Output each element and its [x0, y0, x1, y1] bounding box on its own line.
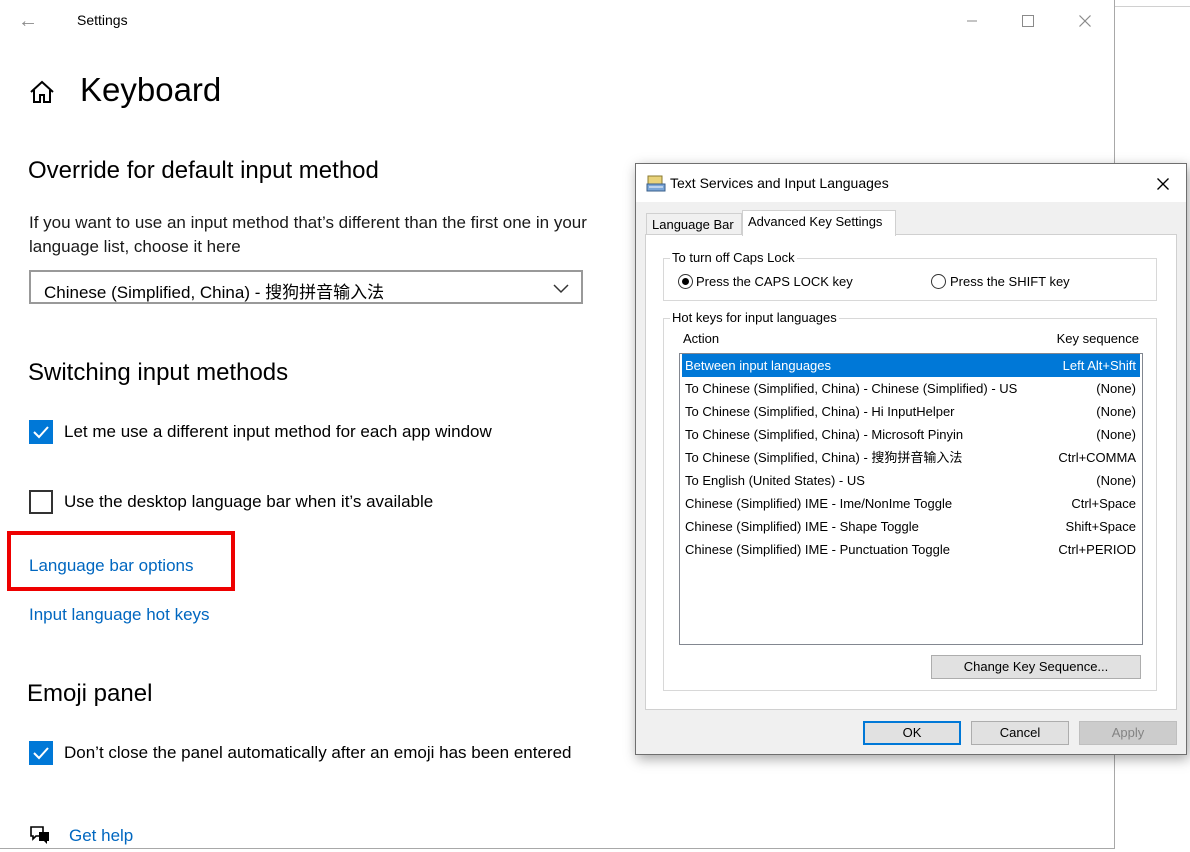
row-action: To English (United States) - US — [685, 473, 865, 488]
override-description: If you want to use an input method that’… — [29, 213, 587, 256]
column-header-action: Action — [683, 331, 720, 346]
language-bar-options-link[interactable]: Language bar options — [29, 556, 193, 576]
apply-button[interactable]: Apply — [1079, 721, 1177, 745]
caps-lock-radio[interactable] — [678, 274, 693, 289]
row-key: Shift+Space — [1065, 519, 1136, 534]
row-key: Ctrl+Space — [1071, 496, 1136, 511]
change-key-sequence-button[interactable]: Change Key Sequence... — [931, 655, 1141, 679]
checkmark-icon — [33, 747, 49, 760]
row-action: Chinese (Simplified) IME - Punctuation T… — [685, 542, 950, 557]
row-key: Left Alt+Shift — [1062, 358, 1136, 373]
table-row[interactable]: Between input languages Left Alt+Shift — [682, 354, 1140, 377]
table-row[interactable]: To Chinese (Simplified, China) - 搜狗拼音输入法… — [682, 446, 1140, 469]
chevron-down-icon — [553, 284, 569, 294]
maximize-button[interactable] — [1008, 8, 1048, 34]
dialog-title-bar: Text Services and Input Languages — [636, 164, 1186, 202]
cancel-button[interactable]: Cancel — [971, 721, 1069, 745]
app-title: Settings — [77, 12, 128, 28]
row-action: To Chinese (Simplified, China) - Hi Inpu… — [685, 404, 955, 419]
row-action: To Chinese (Simplified, China) - Chinese… — [685, 381, 1018, 396]
shift-radio[interactable] — [931, 274, 946, 289]
caps-lock-radio-label: Press the CAPS LOCK key — [696, 274, 853, 289]
table-row[interactable]: Chinese (Simplified) IME - Shape Toggle S… — [682, 515, 1140, 538]
get-help-link[interactable]: Get help — [69, 826, 133, 846]
dialog-title: Text Services and Input Languages — [670, 175, 889, 191]
table-row[interactable]: To Chinese (Simplified, China) - Hi Inpu… — [682, 400, 1140, 423]
help-icon — [30, 826, 49, 844]
background-line — [1115, 6, 1190, 7]
table-row[interactable]: Chinese (Simplified) IME - Ime/NonIme To… — [682, 492, 1140, 515]
close-button[interactable] — [1065, 8, 1105, 34]
row-action: Between input languages — [685, 358, 832, 373]
per-app-input-checkbox[interactable] — [29, 420, 53, 444]
table-row[interactable]: Chinese (Simplified) IME - Punctuation T… — [682, 538, 1140, 561]
row-action: To Chinese (Simplified, China) - 搜狗拼音输入法 — [685, 450, 963, 465]
hotkeys-group-label: Hot keys for input languages — [670, 310, 839, 325]
home-icon[interactable] — [28, 78, 56, 106]
page-title: Keyboard — [80, 71, 222, 108]
dropdown-value: Chinese (Simplified, China) - 搜狗拼音输入法 — [44, 283, 385, 302]
emoji-panel-label: Don’t close the panel automatically afte… — [64, 743, 572, 762]
maximize-icon — [1022, 15, 1034, 27]
input-method-dropdown[interactable]: Chinese (Simplified, China) - 搜狗拼音输入法 — [29, 270, 583, 304]
caps-lock-group-label: To turn off Caps Lock — [670, 250, 797, 265]
row-key: Ctrl+PERIOD — [1058, 542, 1136, 557]
input-language-hotkeys-link[interactable]: Input language hot keys — [29, 605, 210, 625]
minimize-button[interactable] — [952, 8, 992, 34]
shift-radio-label: Press the SHIFT key — [950, 274, 1070, 289]
emoji-panel-checkbox[interactable] — [29, 741, 53, 765]
tab-language-bar[interactable]: Language Bar — [646, 213, 742, 235]
row-action: Chinese (Simplified) IME - Shape Toggle — [685, 519, 919, 534]
radio-selected-dot — [682, 278, 689, 285]
title-bar: ← Settings — [0, 0, 1114, 42]
close-icon — [1079, 15, 1091, 27]
per-app-input-label: Let me use a different input method for … — [64, 422, 492, 441]
row-action: To Chinese (Simplified, China) - Microso… — [685, 427, 964, 442]
row-key: (None) — [1096, 381, 1136, 396]
table-row[interactable]: To Chinese (Simplified, China) - Microso… — [682, 423, 1140, 446]
column-header-key-sequence: Key sequence — [1056, 331, 1139, 346]
desktop-language-bar-label: Use the desktop language bar when it’s a… — [64, 492, 434, 511]
override-heading: Override for default input method — [28, 157, 379, 184]
emoji-heading: Emoji panel — [27, 680, 153, 707]
dialog-close-button[interactable] — [1150, 172, 1176, 196]
row-action: Chinese (Simplified) IME - Ime/NonIme To… — [685, 496, 953, 511]
table-row[interactable]: To English (United States) - US (None) — [682, 469, 1140, 492]
row-key: (None) — [1096, 473, 1136, 488]
keyboard-app-icon — [646, 175, 666, 192]
back-arrow-icon: ← — [18, 10, 38, 32]
row-key: (None) — [1096, 427, 1136, 442]
hotkeys-listbox[interactable]: Between input languages Left Alt+Shift To… — [679, 353, 1143, 645]
desktop-language-bar-checkbox[interactable] — [29, 490, 53, 514]
row-key: Ctrl+COMMA — [1058, 450, 1136, 465]
table-row[interactable]: To Chinese (Simplified, China) - Chinese… — [682, 377, 1140, 400]
minimize-icon — [967, 20, 977, 22]
checkmark-icon — [33, 426, 49, 439]
text-services-dialog: Text Services and Input Languages Langua… — [635, 163, 1187, 755]
row-key: (None) — [1096, 404, 1136, 419]
close-icon — [1157, 178, 1169, 190]
tab-advanced-key-settings[interactable]: Advanced Key Settings — [742, 210, 896, 236]
switching-heading: Switching input methods — [28, 359, 289, 386]
ok-button[interactable]: OK — [863, 721, 961, 745]
back-button[interactable]: ← — [14, 8, 42, 34]
